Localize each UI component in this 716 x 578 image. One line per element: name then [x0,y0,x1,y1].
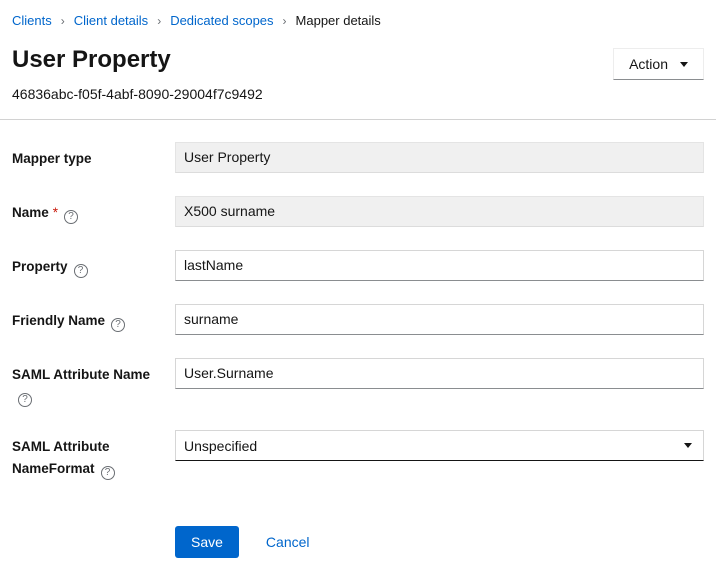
form-row-saml-nameformat: SAML Attribute NameFormat? Unspecified [12,430,704,480]
help-icon[interactable]: ? [18,393,32,407]
friendly-name-value [175,304,704,335]
saml-attribute-name-label-text: SAML Attribute Name [12,367,150,382]
breadcrumb-mapper-details: Mapper details [296,14,381,27]
property-label: Property? [12,250,175,278]
breadcrumb-separator-icon: › [283,15,287,27]
header-divider [0,119,716,120]
breadcrumb-separator-icon: › [157,15,161,27]
form-row-name: Name *? [12,196,704,227]
form-row-saml-attribute-name: SAML Attribute Name? [12,358,704,408]
property-value [175,250,704,281]
action-dropdown-button[interactable]: Action [613,48,704,80]
saml-nameformat-value: Unspecified [175,430,704,461]
name-value [175,196,704,227]
title-block: User Property 46836abc-f05f-4abf-8090-29… [12,46,263,102]
friendly-name-label-text: Friendly Name [12,313,105,328]
breadcrumb-separator-icon: › [61,15,65,27]
saml-attribute-name-input[interactable] [175,358,704,389]
saml-nameformat-label: SAML Attribute NameFormat? [12,430,175,480]
page-header: User Property 46836abc-f05f-4abf-8090-29… [12,46,704,102]
property-input[interactable] [175,250,704,281]
name-label: Name *? [12,196,175,224]
help-icon[interactable]: ? [64,210,78,224]
friendly-name-label: Friendly Name? [12,304,175,332]
required-indicator: * [53,205,58,220]
friendly-name-input[interactable] [175,304,704,335]
mapper-details-page: Clients › Client details › Dedicated sco… [0,0,716,578]
caret-down-icon [680,62,688,67]
name-input[interactable] [175,196,704,227]
property-label-text: Property [12,259,68,274]
help-icon[interactable]: ? [111,318,125,332]
cancel-link[interactable]: Cancel [266,534,310,550]
breadcrumb-client-details[interactable]: Client details [74,14,148,27]
mapper-id: 46836abc-f05f-4abf-8090-29004f7c9492 [12,86,263,102]
saml-attribute-name-value [175,358,704,389]
mapper-type-input[interactable] [175,142,704,173]
mapper-type-label-text: Mapper type [12,151,92,166]
saml-nameformat-select[interactable]: Unspecified [175,430,704,461]
mapper-type-label: Mapper type [12,142,175,170]
breadcrumb-clients[interactable]: Clients [12,14,52,27]
form-row-mapper-type: Mapper type [12,142,704,173]
help-icon[interactable]: ? [101,466,115,480]
caret-down-icon [684,443,692,448]
saml-nameformat-selected-option: Unspecified [184,438,257,454]
form-row-friendly-name: Friendly Name? [12,304,704,335]
breadcrumb: Clients › Client details › Dedicated sco… [12,14,704,27]
mapper-form: Mapper type Name*? Property? Fri [12,142,704,558]
form-actions: Save Cancel [175,526,704,558]
breadcrumb-dedicated-scopes[interactable]: Dedicated scopes [170,14,273,27]
page-title: User Property [12,46,263,75]
form-row-property: Property? [12,250,704,281]
save-button[interactable]: Save [175,526,239,558]
name-label-text: Name [12,205,49,220]
saml-nameformat-label-text: SAML Attribute NameFormat [12,439,110,476]
help-icon[interactable]: ? [74,264,88,278]
saml-attribute-name-label: SAML Attribute Name? [12,358,175,408]
action-dropdown-label: Action [629,56,668,72]
mapper-type-value [175,142,704,173]
